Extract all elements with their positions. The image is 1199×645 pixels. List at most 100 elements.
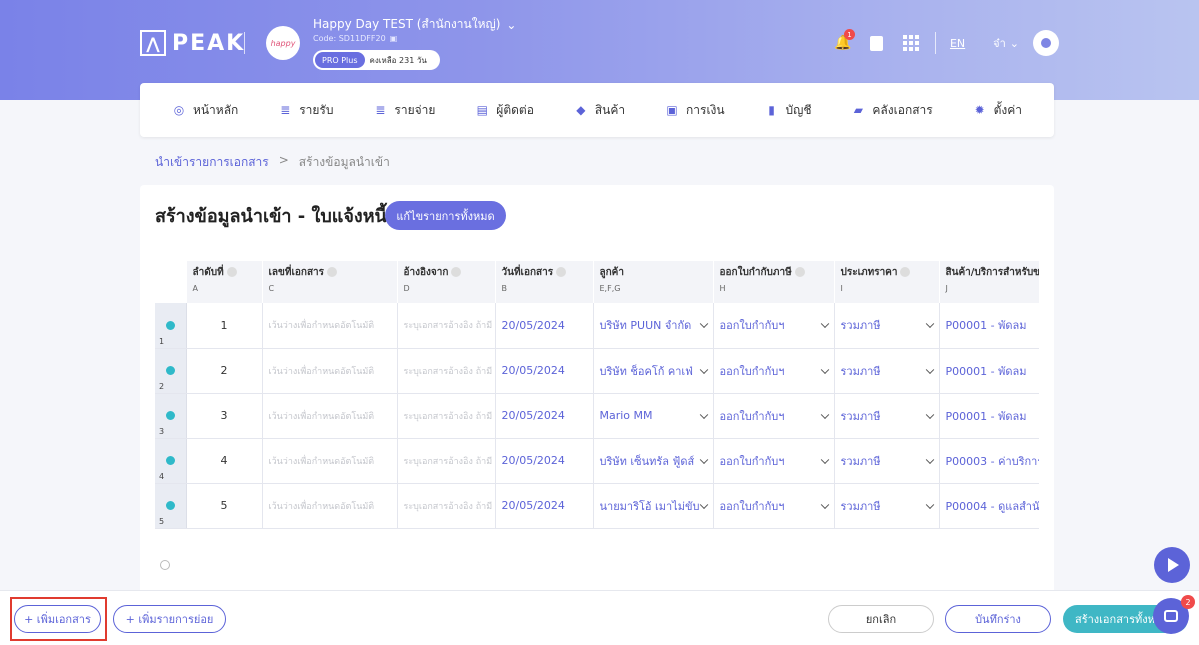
row-handle[interactable]: 1 <box>155 303 187 349</box>
nav-item-home[interactable]: ◎ หน้าหลัก <box>172 101 239 120</box>
cell-customer-select[interactable]: บริษัท เซ็นทรัล ฟู้ดส์ <box>593 438 714 484</box>
chevron-down-icon <box>820 455 829 464</box>
nav-item-income[interactable]: ≣ รายรับ <box>278 101 333 120</box>
add-sub-item-button[interactable]: + เพิ่มรายการย่อย <box>113 605 226 633</box>
row-handle[interactable]: 3 <box>155 393 187 439</box>
cell-date[interactable]: 20/05/2024 <box>495 348 594 394</box>
cell-seq[interactable]: 4 <box>186 438 263 484</box>
cell-date[interactable]: 20/05/2024 <box>495 438 594 484</box>
row-handle[interactable]: 4 <box>155 438 187 484</box>
copy-icon[interactable]: ▣ <box>390 34 398 43</box>
company-avatar[interactable]: happy <box>266 26 300 60</box>
cell-price-type-select[interactable]: รวมภาษี <box>834 483 940 529</box>
cell-product[interactable]: P00004 - ดูแลสำนักงาน <box>939 483 1039 529</box>
cell-price-type-select[interactable]: รวมภาษี <box>834 348 940 394</box>
cell-price-type-select[interactable]: รวมภาษี <box>834 438 940 484</box>
row-number: 3 <box>159 426 165 436</box>
chevron-down-icon <box>699 319 708 329</box>
cell-seq[interactable]: 5 <box>186 483 263 529</box>
nav-item-finance[interactable]: ▣ การเงิน <box>665 101 725 120</box>
language-switch[interactable]: EN <box>950 37 965 50</box>
cancel-button[interactable]: ยกเลิก <box>828 605 934 633</box>
nav-item-products[interactable]: ◆ สินค้า <box>574 101 625 120</box>
company-switcher[interactable]: Happy Day TEST (สำนักงานใหญ่) ⌄ <box>313 15 516 34</box>
help-icon[interactable] <box>900 267 911 277</box>
nav-item-documents[interactable]: ▰ คลังเอกสาร <box>851 101 933 120</box>
row-handle[interactable]: 5 <box>155 483 187 529</box>
book-icon[interactable] <box>867 33 887 53</box>
help-icon[interactable] <box>794 267 805 277</box>
help-icon[interactable] <box>556 267 567 277</box>
cell-date[interactable]: 20/05/2024 <box>495 483 594 529</box>
row-handle[interactable]: 2 <box>155 348 187 394</box>
cell-seq[interactable]: 2 <box>186 348 263 394</box>
nav-item-settings[interactable]: ✹ ตั้งค่า <box>973 101 1022 120</box>
col-header-customer: ลูกค้า E,F,G <box>593 261 714 303</box>
cell-reference-input[interactable]: ระบุเอกสารอ้างอิง ถ้ามี <box>397 483 496 529</box>
cell-reference-input[interactable]: ระบุเอกสารอ้างอิง ถ้ามี <box>397 393 496 439</box>
cell-tax-invoice-select[interactable]: ออกใบกำกับฯ <box>713 393 835 439</box>
cell-product[interactable]: P00001 - พัดลม <box>939 348 1039 394</box>
nav-item-accounting[interactable]: ▮ บัญชี <box>765 101 811 120</box>
nav-item-expense[interactable]: ≣ รายจ่าย <box>373 101 435 120</box>
table-row: 5 5 เว้นว่างเพื่อกำหนดอัตโนมัติ ระบุเอกสารอ… <box>155 483 1039 529</box>
save-draft-button[interactable]: บันทึกร่าง <box>945 605 1051 633</box>
help-icon[interactable] <box>226 267 237 277</box>
cell-doc-no-input[interactable]: เว้นว่างเพื่อกำหนดอัตโนมัติ <box>262 483 398 529</box>
cell-price-type-select[interactable]: รวมภาษี <box>834 393 940 439</box>
cell-tax-invoice-select[interactable]: ออกใบกำกับฯ <box>713 303 835 349</box>
cell-customer-select[interactable]: นายมาริโอ้ เมาไม่ขับ <box>593 483 714 529</box>
table-row: 1 1 เว้นว่างเพื่อกำหนดอัตโนมัติ ระบุเอกสารอ… <box>155 303 1039 349</box>
cell-product[interactable]: P00001 - พัดลม <box>939 303 1039 349</box>
plan-days-left: คงเหลือ 231 วัน <box>369 55 427 65</box>
cell-customer-select[interactable]: บริษัท PUUN จำกัด <box>593 303 714 349</box>
home-icon: ◎ <box>173 103 185 117</box>
help-icon[interactable] <box>327 267 338 277</box>
cell-doc-no-input[interactable]: เว้นว่างเพื่อกำหนดอัตโนมัติ <box>262 393 398 439</box>
cell-reference-input[interactable]: ระบุเอกสารอ้างอิง ถ้ามี <box>397 348 496 394</box>
main-nav: ◎ หน้าหลัก ≣ รายรับ ≣ รายจ่าย ▤ ผู้ติดต่อ ◆ ส… <box>140 83 1054 137</box>
cell-date[interactable]: 20/05/2024 <box>495 393 594 439</box>
cell-tax-invoice-select[interactable]: ออกใบกำกับฯ <box>713 438 835 484</box>
cell-date[interactable]: 20/05/2024 <box>495 303 594 349</box>
help-icon[interactable] <box>451 267 462 277</box>
cell-reference-input[interactable]: ระบุเอกสารอ้างอิง ถ้ามี <box>397 438 496 484</box>
cell-product[interactable]: P00001 - พัดลม <box>939 393 1039 439</box>
plan-pill[interactable]: PRO Plus คงเหลือ 231 วัน <box>313 50 440 70</box>
cell-seq[interactable]: 1 <box>186 303 263 349</box>
cell-value: บริษัท PUUN จำกัด <box>599 319 692 333</box>
nav-label: การเงิน <box>686 102 725 117</box>
user-menu[interactable]: จ๋า ⌄ <box>993 34 1019 52</box>
plan-badge: PRO Plus <box>315 52 365 68</box>
cell-tax-invoice-select[interactable]: ออกใบกำกับฯ <box>713 348 835 394</box>
bell-icon[interactable]: 🔔 1 <box>833 29 855 53</box>
contacts-icon: ▤ <box>476 103 488 117</box>
logo-text: PEAK <box>172 30 246 56</box>
cell-doc-no-input[interactable]: เว้นว่างเพื่อกำหนดอัตโนมัติ <box>262 348 398 394</box>
company-code-row: Code: SD11DFF20 ▣ <box>313 34 397 43</box>
cell-doc-no-input[interactable]: เว้นว่างเพื่อกำหนดอัตโนมัติ <box>262 303 398 349</box>
row-number: 5 <box>159 516 165 526</box>
cell-product[interactable]: P00003 - ค่าบริการ <box>939 438 1039 484</box>
cell-reference-input[interactable]: ระบุเอกสารอ้างอิง ถ้ามี <box>397 303 496 349</box>
edit-all-button[interactable]: แก้ไขรายการทั้งหมด <box>385 201 506 230</box>
cell-value: ออกใบกำกับฯ <box>719 454 785 468</box>
apps-grid-icon[interactable] <box>901 33 921 53</box>
cell-value: Mario MM <box>599 409 653 422</box>
chevron-down-icon <box>925 455 934 464</box>
cell-customer-select[interactable]: บริษัท ช็อคโก้ คาเฟ่ <box>593 348 714 394</box>
cell-price-type-select[interactable]: รวมภาษี <box>834 303 940 349</box>
cell-seq[interactable]: 3 <box>186 393 263 439</box>
cell-customer-select[interactable]: Mario MM <box>593 393 714 439</box>
nav-item-contacts[interactable]: ▤ ผู้ติดต่อ <box>475 101 534 120</box>
col-letter: H <box>719 284 726 293</box>
user-avatar[interactable] <box>1033 30 1059 56</box>
col-label: สินค้า/บริการสำหรับขาย <box>945 267 1040 278</box>
breadcrumb-parent[interactable]: นำเข้ารายการเอกสาร <box>155 153 269 172</box>
cell-doc-no-input[interactable]: เว้นว่างเพื่อกำหนดอัตโนมัติ <box>262 438 398 484</box>
finance-icon: ▣ <box>666 103 678 117</box>
cell-tax-invoice-select[interactable]: ออกใบกำกับฯ <box>713 483 835 529</box>
breadcrumb-separator: > <box>278 153 289 167</box>
peak-logo[interactable]: ⋀ PEAK <box>140 30 245 56</box>
play-tutorial-button[interactable] <box>1154 547 1190 583</box>
